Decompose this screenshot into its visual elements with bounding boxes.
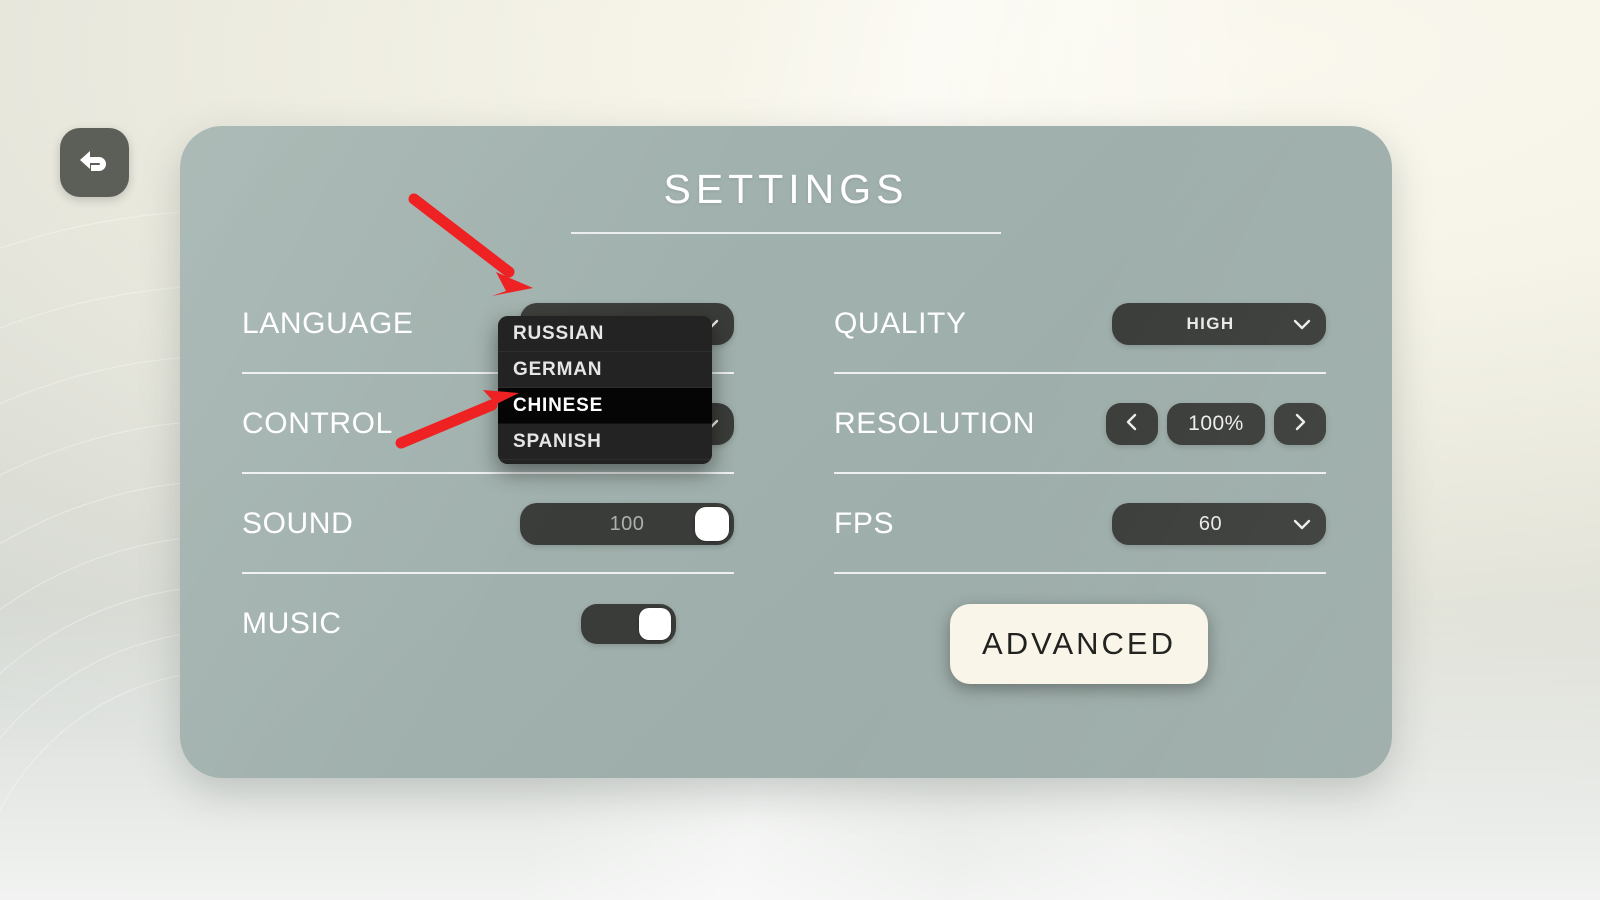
language-option-russian[interactable]: RUSSIAN — [498, 316, 712, 352]
fps-dropdown-value: 60 — [1198, 512, 1223, 535]
quality-dropdown-value: HIGH — [1186, 314, 1235, 333]
language-option-french[interactable]: FRENCH — [498, 460, 712, 464]
advanced-button[interactable]: ADVANCED — [950, 604, 1208, 684]
language-dropdown-menu[interactable]: RUSSIAN GERMAN CHINESE SPANISH FRENCH — [498, 316, 712, 464]
row-divider — [834, 572, 1326, 574]
music-toggle[interactable] — [581, 604, 676, 644]
label-sound: SOUND — [242, 507, 354, 540]
setting-row-quality: QUALITY HIGH — [834, 274, 1326, 374]
settings-panel: SETTINGS LANGUAGE ENGLISH CONTROL STEERI… — [180, 126, 1392, 778]
settings-column-right: QUALITY HIGH RESOLUTION 100% FPS 60 — [834, 274, 1326, 574]
label-control: CONTROL — [242, 407, 393, 440]
setting-row-fps: FPS 60 — [834, 474, 1326, 574]
label-language: LANGUAGE — [242, 307, 414, 340]
panel-header: SETTINGS — [180, 166, 1392, 234]
music-toggle-knob[interactable] — [639, 608, 671, 640]
chevron-down-icon — [1291, 513, 1313, 535]
resolution-next-button[interactable] — [1274, 403, 1326, 445]
setting-row-sound: SOUND 100 — [242, 474, 734, 574]
resolution-stepper: 100% — [1106, 403, 1326, 445]
setting-row-resolution: RESOLUTION 100% — [834, 374, 1326, 474]
language-option-spanish[interactable]: SPANISH — [498, 424, 712, 460]
page-title: SETTINGS — [663, 166, 909, 212]
chevron-left-icon — [1122, 411, 1142, 438]
sound-slider-value: 100 — [609, 512, 645, 535]
chevron-right-icon — [1290, 411, 1310, 438]
resolution-prev-button[interactable] — [1106, 403, 1158, 445]
label-resolution: RESOLUTION — [834, 407, 1036, 440]
quality-dropdown[interactable]: HIGH — [1112, 303, 1326, 345]
sound-slider[interactable]: 100 — [520, 503, 734, 545]
label-quality: QUALITY — [834, 307, 967, 340]
fps-dropdown[interactable]: 60 — [1112, 503, 1326, 545]
language-option-german[interactable]: GERMAN — [498, 352, 712, 388]
resolution-value[interactable]: 100% — [1167, 403, 1265, 445]
label-fps: FPS — [834, 507, 895, 540]
back-button[interactable] — [60, 128, 129, 197]
undo-arrow-icon — [77, 146, 113, 180]
label-music: MUSIC — [242, 607, 342, 640]
setting-row-music: MUSIC — [242, 574, 734, 674]
settings-screen: SETTINGS LANGUAGE ENGLISH CONTROL STEERI… — [0, 0, 1600, 900]
title-underline — [571, 232, 1001, 234]
chevron-down-icon — [1291, 313, 1313, 335]
sound-slider-knob[interactable] — [695, 507, 729, 541]
language-option-chinese[interactable]: CHINESE — [498, 388, 712, 424]
